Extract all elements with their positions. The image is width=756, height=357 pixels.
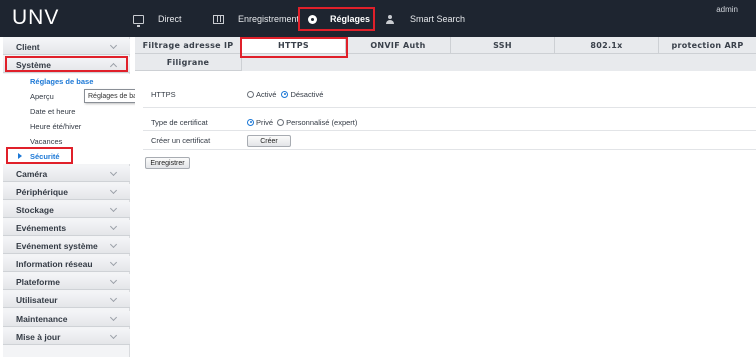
- sidebar-sub-label: Réglages de base: [30, 77, 94, 86]
- sidebar: Client Système Réglages de base Aperçu D…: [3, 37, 130, 357]
- chevron-down-icon: [109, 331, 118, 340]
- chevron-down-icon: [109, 222, 118, 231]
- sidebar-item-maintenance[interactable]: Maintenance: [3, 311, 130, 327]
- triangle-right-icon: [18, 153, 22, 159]
- sidebar-item-label: Mise à jour: [16, 331, 61, 342]
- radio-desactive[interactable]: [281, 90, 289, 98]
- radio-active-label: Activé: [256, 89, 277, 99]
- chevron-up-icon: [109, 62, 118, 71]
- monitor-icon: [133, 14, 144, 27]
- sidebar-item-stockage[interactable]: Stockage: [3, 202, 130, 218]
- radio-prive[interactable]: [247, 118, 254, 126]
- create-certificate-label: Créer un certificat: [151, 135, 211, 145]
- tab-802-1x[interactable]: 802.1x: [555, 37, 659, 54]
- sidebar-item-label: Client: [16, 41, 40, 52]
- sidebar-item-utilisateur[interactable]: Utilisateur: [3, 292, 130, 308]
- top-navigation-bar: UNV admin Direct Enregistrement Réglages…: [0, 0, 756, 37]
- chevron-down-icon: [109, 240, 118, 249]
- chevron-down-icon: [109, 294, 118, 303]
- sidebar-item-plateforme[interactable]: Plateforme: [3, 274, 130, 290]
- nav-smart-search[interactable]: Smart Search: [386, 9, 465, 29]
- main-content: Filtrage adresse IP HTTPS ONVIF Auth SSH…: [135, 37, 756, 357]
- sidebar-item-label: Plateforme: [16, 276, 60, 287]
- tab-filigrane[interactable]: Filigrane: [135, 54, 242, 71]
- gear-icon: [308, 14, 317, 24]
- sidebar-item-label: Système: [16, 59, 51, 70]
- sidebar-item-label: Evénement système: [16, 240, 98, 251]
- nav-enregistrement-label: Enregistrement: [238, 14, 300, 24]
- sidebar-item-mise-a-jour[interactable]: Mise à jour: [3, 329, 130, 345]
- chevron-down-icon: [109, 276, 118, 285]
- sidebar-item-label: Périphérique: [16, 186, 68, 197]
- https-row: HTTPS Activé Désactivé: [143, 88, 323, 100]
- radio-personnalise[interactable]: [277, 118, 285, 126]
- nav-reglages[interactable]: Réglages: [308, 9, 370, 29]
- sidebar-item-client[interactable]: Client: [3, 39, 130, 55]
- sidebar-sub-label: Sécurité: [30, 152, 60, 161]
- chevron-down-icon: [109, 313, 118, 322]
- chevron-down-icon: [109, 204, 118, 213]
- nav-enregistrement[interactable]: Enregistrement: [213, 9, 299, 29]
- sidebar-item-label: Stockage: [16, 204, 54, 215]
- radio-personnalise-label: Personnalisé (expert): [286, 117, 358, 127]
- chevron-down-icon: [109, 258, 118, 267]
- sidebar-item-information-reseau[interactable]: Information réseau: [3, 256, 130, 272]
- certificate-type-row: Type de certificat Privé Personnalisé (e…: [143, 116, 357, 128]
- certificate-type-label: Type de certificat: [151, 117, 208, 127]
- radio-desactive-label: Désactivé: [290, 89, 324, 99]
- sidebar-item-camera[interactable]: Caméra: [3, 166, 130, 182]
- sidebar-sub-vacances[interactable]: Vacances: [3, 134, 130, 149]
- tab-ssh[interactable]: SSH: [451, 37, 555, 54]
- sidebar-item-label: Utilisateur: [16, 294, 58, 305]
- sidebar-item-evenements[interactable]: Evénements: [3, 220, 130, 236]
- chevron-down-icon: [109, 168, 118, 177]
- sidebar-item-systeme[interactable]: Système: [3, 57, 130, 73]
- divider: [143, 149, 756, 150]
- https-label: HTTPS: [151, 89, 176, 99]
- person-search-icon: [386, 14, 396, 24]
- sidebar-item-evenement-systeme[interactable]: Evénement système: [3, 238, 130, 254]
- sidebar-sub-heure-ete-hiver[interactable]: Heure été/hiver: [3, 119, 130, 134]
- tab-protection-arp[interactable]: protection ARP: [659, 37, 756, 54]
- sidebar-item-label: Evénements: [16, 222, 67, 233]
- chevron-down-icon: [109, 41, 118, 50]
- current-user[interactable]: admin: [716, 5, 738, 14]
- sidebar-sub-label: Aperçu: [30, 92, 54, 101]
- chevron-down-icon: [109, 186, 118, 195]
- enregistrer-button[interactable]: Enregistrer: [145, 157, 190, 169]
- sidebar-item-label: Maintenance: [16, 313, 68, 324]
- tab-https[interactable]: HTTPS: [242, 37, 346, 54]
- create-certificate-row: Créer un certificat: [143, 134, 247, 146]
- divider: [143, 107, 756, 108]
- divider: [143, 130, 756, 131]
- sidebar-sub-date-et-heure[interactable]: Date et heure: [3, 104, 130, 119]
- film-icon: [213, 14, 224, 24]
- sidebar-sub-reglages-de-base[interactable]: Réglages de base: [3, 74, 130, 89]
- radio-prive-label: Privé: [256, 117, 274, 127]
- sidebar-sub-securite[interactable]: Sécurité: [3, 149, 130, 164]
- tab-filtrage-adresse-ip[interactable]: Filtrage adresse IP: [135, 37, 242, 54]
- sidebar-item-label: Information réseau: [16, 258, 93, 269]
- sidebar-sub-label: Vacances: [30, 137, 63, 146]
- radio-active[interactable]: [247, 90, 254, 98]
- tab-onvif-auth[interactable]: ONVIF Auth: [346, 37, 451, 54]
- tab-bar: Filtrage adresse IP HTTPS ONVIF Auth SSH…: [135, 37, 756, 71]
- nav-smart-search-label: Smart Search: [410, 14, 466, 24]
- nav-reglages-label: Réglages: [330, 14, 371, 24]
- sidebar-sub-label: Heure été/hiver: [30, 122, 82, 131]
- nav-direct[interactable]: Direct: [133, 9, 182, 29]
- nav-direct-label: Direct: [158, 14, 182, 24]
- sidebar-item-label: Caméra: [16, 168, 48, 179]
- sidebar-sub-label: Date et heure: [30, 107, 76, 116]
- sidebar-item-peripherique[interactable]: Périphérique: [3, 184, 130, 200]
- unv-logo: UNV: [12, 6, 60, 29]
- creer-button[interactable]: Créer: [247, 135, 291, 147]
